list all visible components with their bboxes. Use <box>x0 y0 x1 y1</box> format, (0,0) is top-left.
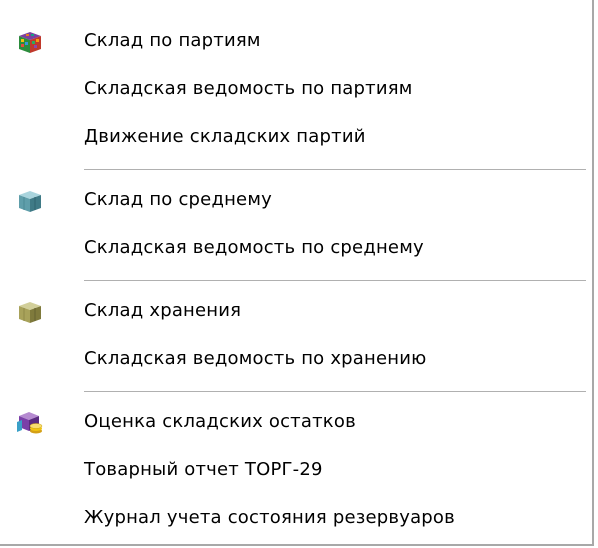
multicolor-cube-icon <box>16 29 44 55</box>
menu-item-stock-report-by-average[interactable]: Складская ведомость по среднему <box>0 224 590 272</box>
menu-item-tank-log[interactable]: Журнал учета состояния резервуаров <box>0 494 590 542</box>
menu-separator <box>84 391 586 393</box>
menu-item-label: Товарный отчет ТОРГ-29 <box>84 459 323 480</box>
menu-item-stock-report-by-storage[interactable]: Складская ведомость по хранению <box>0 335 590 383</box>
menu-separator <box>84 169 586 171</box>
context-menu: Склад по партиям Складская ведомость по … <box>0 0 594 546</box>
menu-item-label: Движение складских партий <box>84 126 366 147</box>
cube-with-coins-icon <box>16 410 44 436</box>
menu-item-stock-by-average[interactable]: Склад по среднему <box>0 176 590 224</box>
menu-item-torg-29-report[interactable]: Товарный отчет ТОРГ-29 <box>0 446 590 494</box>
menu-item-storage-stock[interactable]: Склад хранения <box>0 287 590 335</box>
menu-item-label: Складская ведомость по хранению <box>84 348 427 369</box>
menu-item-label: Склад по партиям <box>84 30 261 51</box>
menu-item-label: Склад хранения <box>84 300 242 321</box>
menu-separator <box>84 280 586 282</box>
menu-item-label: Оценка складских остатков <box>84 411 356 432</box>
teal-cube-icon <box>16 188 44 214</box>
menu-item-stock-by-batches[interactable]: Склад по партиям <box>0 17 590 65</box>
menu-item-label: Склад по среднему <box>84 189 272 210</box>
menu-item-stock-report-by-batches[interactable]: Складская ведомость по партиям <box>0 65 590 113</box>
menu-item-label: Складская ведомость по партиям <box>84 78 413 99</box>
menu-item-batch-movement[interactable]: Движение складских партий <box>0 113 590 161</box>
menu-item-stock-valuation[interactable]: Оценка складских остатков <box>0 398 590 446</box>
menu-item-label: Складская ведомость по среднему <box>84 237 424 258</box>
olive-cube-icon <box>16 299 44 325</box>
menu-item-label: Журнал учета состояния резервуаров <box>84 507 455 528</box>
